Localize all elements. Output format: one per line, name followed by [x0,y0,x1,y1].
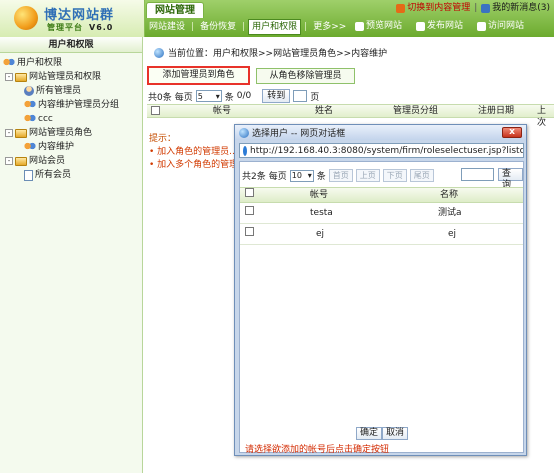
query-button[interactable]: 查询 [498,168,523,190]
col-last: 上次 [537,106,547,128]
add-admin-to-role-button[interactable]: 添加管理员到角色 [147,66,250,85]
switch-icon [396,4,406,13]
visit-icon [477,21,487,31]
visit-site-button[interactable]: 访问网站 [474,19,527,33]
ok-button[interactable]: 确定 [356,427,383,440]
tip-item: 加入多个角色的管理... [149,159,247,172]
dialog-page-input[interactable] [461,168,494,181]
tip-item: 加入角色的管理员... [149,146,247,159]
row-account: ej [316,229,325,239]
preview-site-button[interactable]: 预览网站 [352,19,405,33]
main-menu: 网站建设 | 备份恢复 | 用户和权限 | 更多>> [146,19,349,35]
tips-title: 提示： [149,134,177,144]
tab-site-management[interactable]: 网站管理 [146,2,204,18]
row-name: 测试a [438,208,462,218]
tree-item-ccc[interactable]: ccc [0,112,142,126]
dialog-body: 共2条 每页 10 ▾ 条 首页 上页 下页 尾页 查询 帐号 名称 testa … [239,161,524,455]
tree-item-users-permissions[interactable]: 用户和权限 [0,56,142,70]
menu-more[interactable]: 更多>> [310,20,349,34]
row-name: ej [448,229,457,239]
user-table-header: 帐号 名称 [240,187,523,203]
tree-item-all-admins[interactable]: 所有管理员 [0,84,142,98]
collapse-toggle[interactable]: - [5,73,13,81]
tree-item-members[interactable]: - 网站会员 [0,154,142,168]
switch-to-content-link[interactable]: 切换到内容管理 [396,2,470,15]
col-group: 管理员分组 [393,106,439,116]
site-actions: 预览网站 发布网站 访问网站 [352,19,527,33]
permission-tree: 用户和权限 - 网站管理员和权限 所有管理员 内容维护管理员分组 ccc - 网… [0,53,142,182]
dialog-page-size-select[interactable]: 10 ▾ [289,169,314,182]
next-page-button[interactable]: 下页 [382,169,407,182]
top-links: 切换到内容管理 | 我的新消息(3) [396,2,550,15]
browser-icon [243,145,247,156]
row-checkbox[interactable] [245,204,254,222]
col-user-name: 名称 [440,190,459,200]
select-user-dialog: 选择用户 -- 网页对话框 x http://192.168.40.3:8080… [234,124,527,456]
logo: 博达网站群 管理平台 V6.0 [0,0,145,37]
breadcrumb: 当前位置：用户和权限>>网站管理员角色>>内容维护 [154,46,387,59]
folder-icon [15,72,27,82]
col-account: 帐号 [213,106,232,116]
close-icon[interactable]: x [502,127,522,138]
top-header: 博达网站群 管理平台 V6.0 网站管理 切换到内容管理 | 我的新消息(3) 网… [0,0,554,37]
sidebar-title: 用户和权限 [0,37,142,53]
col-user-account: 帐号 [310,190,329,200]
user-icon [24,86,34,96]
tree-item-all-members[interactable]: 所有会员 [0,168,142,182]
sidebar: 用户和权限 用户和权限 - 网站管理员和权限 所有管理员 内容维护管理员分组 c… [0,37,143,473]
collapse-toggle[interactable]: - [5,129,13,137]
row-checkbox[interactable] [245,225,254,243]
menu-backup[interactable]: 备份恢复 [197,20,239,34]
select-all-checkbox[interactable] [151,106,160,119]
folder-icon [15,128,27,138]
row-account: testa [310,208,333,218]
dialog-page-icon [239,127,249,138]
chevron-down-icon: ▾ [307,171,312,180]
cancel-button[interactable]: 取消 [382,427,409,440]
user-group-icon [24,100,36,110]
first-page-button[interactable]: 首页 [328,169,353,182]
menu-site-build[interactable]: 网站建设 [146,20,188,34]
dialog-hint: 请选择欲添加的帐号后点击确定按钮 [245,445,390,455]
remove-admin-from-role-button[interactable]: 从角色移除管理员 [256,68,355,84]
table-row[interactable]: testa 测试a [240,204,523,224]
page-icon [24,169,33,181]
message-icon [481,4,491,13]
location-icon [154,47,164,58]
version-label: V6.0 [89,23,114,32]
menu-users-permissions[interactable]: 用户和权限 [248,19,302,35]
publish-site-button[interactable]: 发布网站 [413,19,466,33]
tree-item-admin-roles[interactable]: - 网站管理员角色 [0,126,142,140]
select-all-users-checkbox[interactable] [245,188,254,202]
dialog-pager: 共2条 每页 10 ▾ 条 首页 上页 下页 尾页 [242,169,434,182]
collapse-toggle[interactable]: - [5,157,13,165]
page-size-select[interactable]: 5 ▾ [195,90,222,102]
admin-table-header: 帐号 姓名 管理员分组 注册日期 上次 [147,104,554,128]
dialog-titlebar[interactable]: 选择用户 -- 网页对话框 x [235,125,526,140]
folder-icon [15,156,27,166]
logo-subtitle: 管理平台 V6.0 [47,23,114,32]
preview-icon [355,21,364,31]
address-bar: http://192.168.40.3:8080/system/firm/rol… [239,143,524,158]
goto-page-button[interactable]: 转到 [262,89,291,103]
list-pager: 共0条 每页 5 ▾ 条 0/0 转到 页 [148,89,320,103]
users-icon [3,58,15,68]
col-register-date: 注册日期 [478,106,515,116]
table-row[interactable]: ej ej [240,225,523,245]
logo-text: 博达网站群 [44,8,115,23]
chevron-down-icon: ▾ [215,91,220,101]
col-name: 姓名 [315,106,334,116]
logo-icon [14,6,38,30]
tree-item-content-admin-groups[interactable]: 内容维护管理员分组 [0,98,142,112]
user-group-icon [24,114,36,124]
messages-link[interactable]: 我的新消息(3) [481,2,550,15]
goto-page-input[interactable] [293,90,308,102]
prev-page-button[interactable]: 上页 [355,169,380,182]
publish-icon [416,21,426,31]
user-group-icon [24,142,36,152]
tree-item-content-maintenance[interactable]: 内容维护 [0,140,142,154]
tree-item-admins[interactable]: - 网站管理员和权限 [0,70,142,84]
tips-panel: 提示： 加入角色的管理员... 加入多个角色的管理... [149,133,247,172]
last-page-button[interactable]: 尾页 [409,169,434,182]
